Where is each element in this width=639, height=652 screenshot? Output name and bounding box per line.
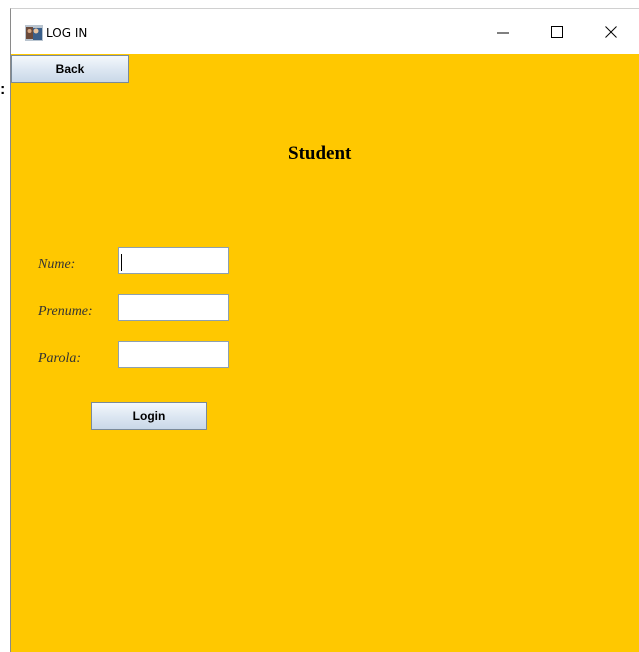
background-fragment: : (0, 81, 6, 98)
close-icon (605, 26, 617, 38)
parola-field[interactable] (118, 341, 229, 368)
minimize-icon (497, 32, 509, 34)
text-caret (121, 254, 122, 271)
maximize-icon (551, 26, 563, 38)
prenume-field[interactable] (118, 294, 229, 321)
parola-label: Parola: (38, 351, 82, 366)
page-title: Student (288, 143, 352, 164)
minimize-button[interactable] (480, 17, 526, 47)
close-button[interactable] (588, 17, 634, 47)
java-app-icon (25, 25, 43, 41)
login-button[interactable]: Login (91, 402, 207, 430)
login-window: LOG IN Back Student Nume: Prenume: Parol… (10, 8, 639, 652)
back-button[interactable]: Back (11, 55, 129, 83)
maximize-button[interactable] (534, 17, 580, 47)
prenume-label: Prenume: (38, 304, 93, 319)
title-bar[interactable]: LOG IN (11, 9, 639, 54)
nume-field[interactable] (118, 247, 229, 274)
content-panel: Back Student Nume: Prenume: Parola: Logi… (11, 54, 639, 652)
window-title: LOG IN (46, 26, 88, 40)
nume-label: Nume: (38, 257, 76, 272)
